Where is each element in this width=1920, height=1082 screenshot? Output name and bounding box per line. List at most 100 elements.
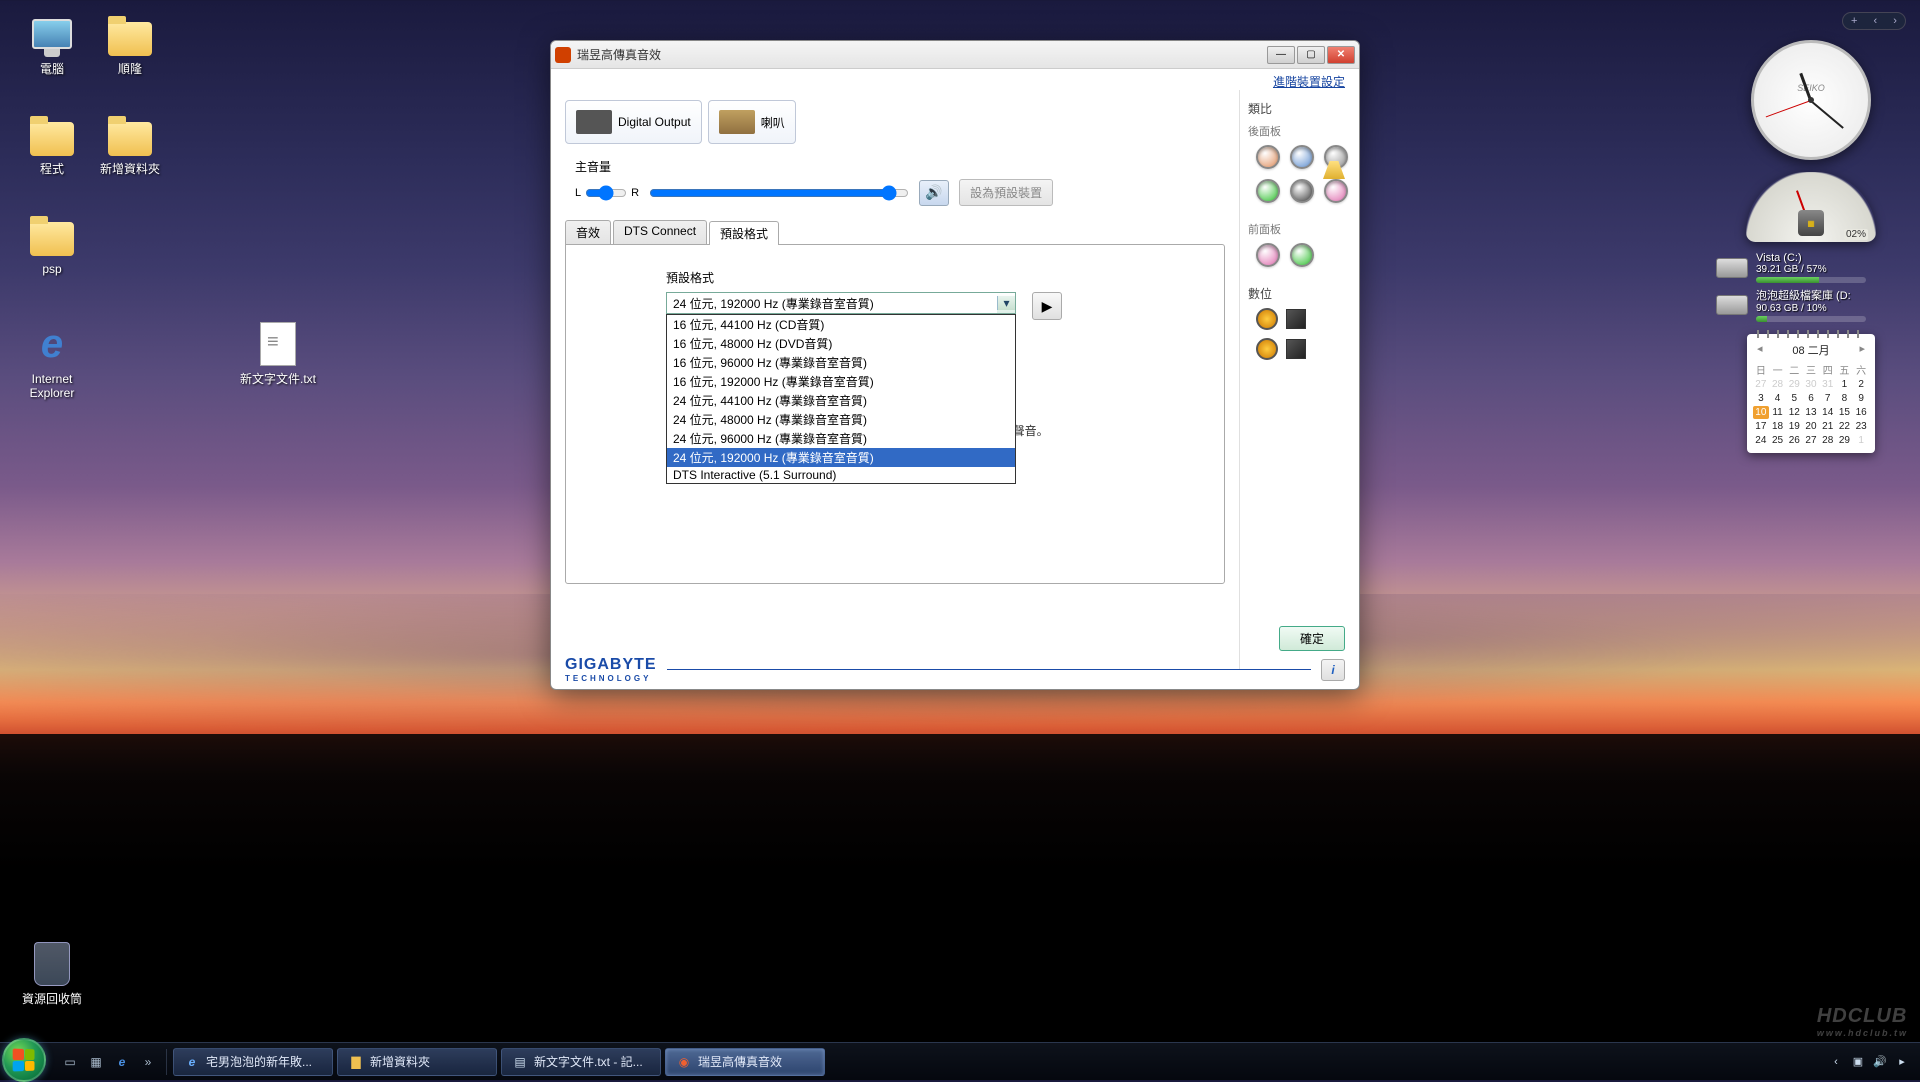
tray-more[interactable]: ▸ [1894,1054,1910,1070]
calendar-day[interactable]: 28 [1820,434,1836,447]
tab-effects[interactable]: 音效 [565,220,611,244]
titlebar[interactable]: 瑞昱高傳真音效 — ▢ ✕ [551,41,1359,69]
audio-jack[interactable] [1324,179,1348,203]
ie-quicklaunch[interactable]: e [110,1049,134,1075]
spdif-coax-out[interactable] [1256,308,1278,330]
device-tab-speakers[interactable]: 喇叭 [708,100,796,144]
sidebar-toggle[interactable]: +‹› [1842,12,1906,30]
cal-prev[interactable]: ◂ [1757,342,1763,358]
calendar-day[interactable]: 23 [1853,420,1869,433]
calendar-day[interactable]: 27 [1803,434,1819,447]
audio-jack[interactable] [1290,145,1314,169]
desktop-icon-recycle[interactable]: 資源回收筒 [14,940,90,1006]
calendar-day[interactable]: 29 [1786,378,1802,391]
calendar-day[interactable]: 24 [1753,434,1769,447]
calendar-day[interactable]: 5 [1786,392,1802,405]
calendar-day[interactable]: 7 [1820,392,1836,405]
close-button[interactable]: ✕ [1327,46,1355,64]
calendar-day[interactable]: 1 [1853,434,1869,447]
desktop-icon-psp[interactable]: psp [14,210,90,276]
device-tab-digital[interactable]: Digital Output [565,100,702,144]
taskbar-task[interactable]: ▤新文字文件.txt - 記... [501,1048,661,1076]
format-option[interactable]: 24 位元, 44100 Hz (專業錄音室音質) [667,391,1015,410]
calendar-day[interactable]: 29 [1837,434,1853,447]
clock-gadget[interactable]: SEIKO [1751,40,1871,160]
desktop-icon-ie[interactable]: eInternet Explorer [14,320,90,400]
spdif-optical-out[interactable] [1286,309,1306,329]
taskbar-task[interactable]: ▇新增資料夾 [337,1048,497,1076]
format-option[interactable]: DTS Interactive (5.1 Surround) [667,467,1015,483]
desktop-icon-newtxt[interactable]: 新文字文件.txt [240,320,316,386]
minimize-button[interactable]: — [1267,46,1295,64]
audio-jack[interactable] [1256,243,1280,267]
calendar-day[interactable]: 17 [1753,420,1769,433]
format-option[interactable]: 24 位元, 192000 Hz (專業錄音室音質) [667,448,1015,467]
main-volume-slider[interactable] [649,185,909,201]
calendar-day[interactable]: 28 [1770,378,1786,391]
format-option[interactable]: 16 位元, 192000 Hz (專業錄音室音質) [667,372,1015,391]
audio-jack[interactable] [1290,179,1314,203]
calendar-day[interactable]: 19 [1786,420,1802,433]
cal-next[interactable]: ▸ [1859,342,1865,358]
desktop-icon-newfolder[interactable]: 新增資料夾 [92,110,168,176]
calendar-day[interactable]: 20 [1803,420,1819,433]
calendar-day[interactable]: 6 [1803,392,1819,405]
ok-button[interactable]: 確定 [1279,626,1345,651]
calendar-day[interactable]: 15 [1837,406,1853,419]
calendar-day[interactable]: 18 [1770,420,1786,433]
calendar-day[interactable]: 14 [1820,406,1836,419]
format-option[interactable]: 24 位元, 96000 Hz (專業錄音室音質) [667,429,1015,448]
taskbar-task[interactable]: ◉瑞昱高傳真音效 [665,1048,825,1076]
calendar-day[interactable]: 3 [1753,392,1769,405]
calendar-day[interactable]: 27 [1753,378,1769,391]
calendar-day[interactable]: 2 [1853,378,1869,391]
taskbar-task[interactable]: e宅男泡泡的新年敗... [173,1048,333,1076]
calendar-gadget[interactable]: ◂ 08 二月 ▸ 日一二三四五六27282930311234567891011… [1747,334,1875,453]
calendar-day[interactable]: 25 [1770,434,1786,447]
show-desktop-button[interactable]: ▭ [58,1049,82,1075]
drive-gadget[interactable]: Vista (C:)39.21 GB / 57% [1716,252,1906,283]
desktop-icon-shunlong[interactable]: 順隆 [92,10,168,76]
advanced-settings-link[interactable]: 進階裝置設定 [1273,75,1345,89]
calendar-day[interactable]: 8 [1837,392,1853,405]
calendar-day[interactable]: 21 [1820,420,1836,433]
tray-volume-icon[interactable]: 🔊 [1872,1054,1888,1070]
format-option[interactable]: 16 位元, 44100 Hz (CD音質) [667,315,1015,334]
calendar-day[interactable]: 4 [1770,392,1786,405]
calendar-day[interactable]: 1 [1837,378,1853,391]
tab-dts[interactable]: DTS Connect [613,220,707,244]
mute-button[interactable]: 🔊 [919,180,949,206]
tray-network-icon[interactable]: ▣ [1850,1054,1866,1070]
calendar-day[interactable]: 11 [1770,406,1786,419]
quicklaunch-more[interactable]: » [136,1049,160,1075]
format-combobox[interactable]: 24 位元, 192000 Hz (專業錄音室音質) ▾ 16 位元, 4410… [666,292,1016,314]
spdif-optical-in[interactable] [1286,339,1306,359]
set-default-button[interactable]: 設為預設裝置 [959,179,1053,206]
tab-format[interactable]: 預設格式 [709,221,779,245]
desktop-icon-programs[interactable]: 程式 [14,110,90,176]
test-format-button[interactable]: ▶ [1032,292,1062,320]
spdif-coax-in[interactable] [1256,338,1278,360]
switch-windows-button[interactable]: ▦ [84,1049,108,1075]
audio-jack[interactable] [1256,179,1280,203]
audio-jack[interactable] [1290,243,1314,267]
format-option[interactable]: 16 位元, 96000 Hz (專業錄音室音質) [667,353,1015,372]
calendar-day[interactable]: 9 [1853,392,1869,405]
desktop-icon-computer[interactable]: 電腦 [14,10,90,76]
start-button[interactable] [2,1038,46,1082]
calendar-day[interactable]: 12 [1786,406,1802,419]
tray-expand[interactable]: ‹ [1828,1054,1844,1070]
format-option[interactable]: 24 位元, 48000 Hz (專業錄音室音質) [667,410,1015,429]
calendar-day[interactable]: 13 [1803,406,1819,419]
calendar-day[interactable]: 26 [1786,434,1802,447]
maximize-button[interactable]: ▢ [1297,46,1325,64]
calendar-day[interactable]: 30 [1803,378,1819,391]
calendar-day[interactable]: 10 [1753,406,1769,419]
drive-gadget[interactable]: 泡泡超級檔案庫 (D:90.63 GB / 10% [1716,287,1906,322]
calendar-day[interactable]: 16 [1853,406,1869,419]
info-button[interactable]: i [1321,659,1345,681]
calendar-day[interactable]: 22 [1837,420,1853,433]
calendar-day[interactable]: 31 [1820,378,1836,391]
audio-jack[interactable] [1256,145,1280,169]
cpu-meter-gadget[interactable]: ▦ 02% [1746,172,1876,242]
